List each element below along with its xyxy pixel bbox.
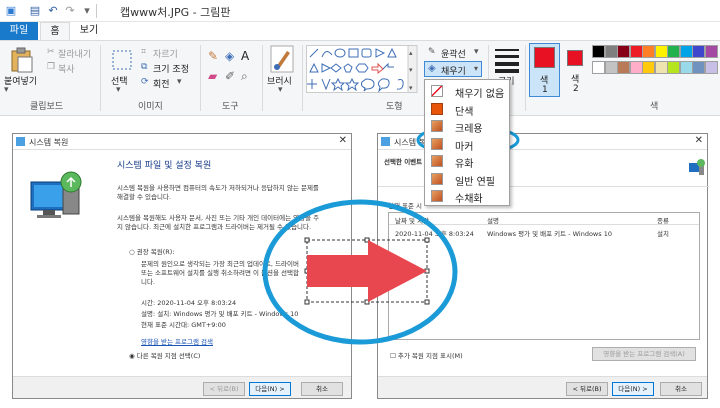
fill-menu-item-label: 일반 연필: [455, 176, 495, 188]
fill-menu-item-label: 유화: [455, 159, 474, 170]
red-arrow-shape[interactable]: [307, 240, 427, 302]
fill-menu-item-label: 마커: [455, 141, 474, 153]
fill-menu-item-label: 크레용: [455, 124, 483, 135]
fill-style-icon: [431, 102, 443, 115]
fill-menu-item[interactable]: 단색: [425, 101, 509, 118]
fill-menu-item[interactable]: 마커: [425, 136, 509, 153]
fill-menu-item[interactable]: 수채화: [425, 188, 509, 205]
fill-style-icon: [431, 155, 443, 167]
fill-style-icon: [431, 85, 443, 97]
fill-menu-item-label: 채우기 없음: [455, 89, 505, 100]
fill-menu-item-label: 단색: [455, 106, 474, 118]
fill-style-icon: [431, 190, 443, 202]
canvas-annotations: [262, 124, 520, 345]
fill-dropdown-menu: 채우기 없음단색크레용마커유화일반 연필수채화: [424, 79, 510, 206]
fill-menu-item[interactable]: 유화: [425, 153, 509, 170]
fill-style-icon: [431, 137, 443, 150]
fill-style-icon: [431, 120, 443, 132]
fill-menu-item[interactable]: 크레용: [425, 118, 509, 135]
fill-menu-item-label: 수채화: [455, 194, 483, 205]
fill-menu-item[interactable]: 일반 연필: [425, 171, 509, 188]
fill-menu-item[interactable]: 채우기 없음: [425, 83, 509, 100]
fill-style-icon: [431, 172, 443, 185]
